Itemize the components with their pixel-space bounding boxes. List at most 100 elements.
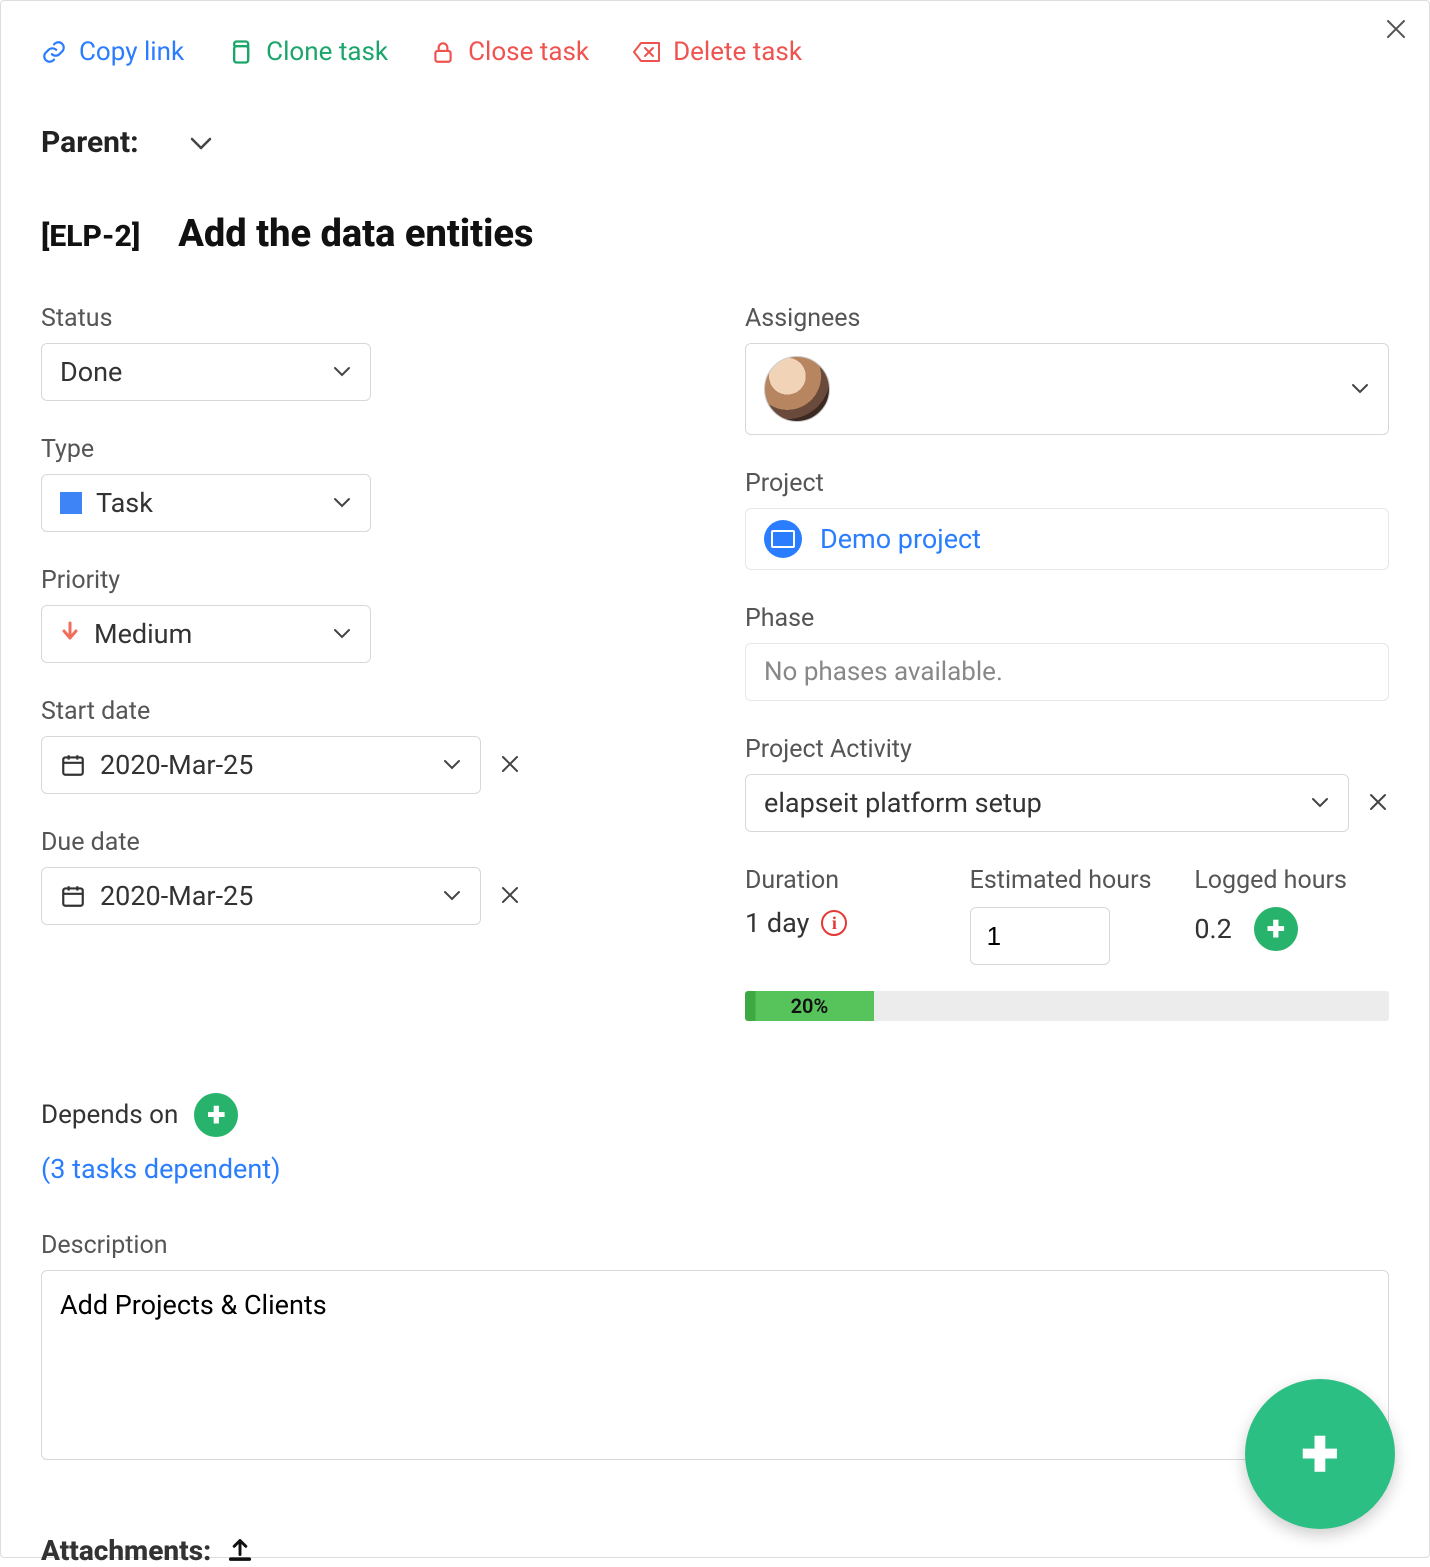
status-label: Status bbox=[41, 304, 685, 333]
parent-dropdown-icon[interactable] bbox=[189, 126, 213, 159]
add-dependency-button[interactable]: + bbox=[194, 1093, 238, 1137]
task-id: [ELP-2] bbox=[41, 219, 140, 254]
add-logged-hours-button[interactable]: + bbox=[1254, 907, 1298, 951]
copy-link-action[interactable]: Copy link bbox=[41, 37, 184, 67]
logged-hours-value: 0.2 bbox=[1194, 913, 1231, 945]
project-activity-select[interactable]: elapseit platform setup bbox=[745, 774, 1349, 832]
close-task-action[interactable]: Close task bbox=[430, 37, 589, 67]
project-activity-label: Project Activity bbox=[745, 735, 1389, 764]
project-field: Project Demo project bbox=[745, 469, 1389, 570]
clear-project-activity-icon[interactable] bbox=[1367, 787, 1389, 820]
progress-bar: 20% bbox=[745, 991, 1389, 1021]
chevron-down-icon bbox=[1310, 791, 1330, 816]
clear-start-date-icon[interactable] bbox=[499, 749, 521, 782]
priority-label: Priority bbox=[41, 566, 685, 595]
parent-label: Parent: bbox=[41, 125, 139, 160]
info-icon[interactable]: i bbox=[821, 910, 847, 936]
project-icon bbox=[764, 520, 802, 558]
priority-select[interactable]: Medium bbox=[41, 605, 371, 663]
task-actions-bar: Copy link Clone task Close task Delete t… bbox=[41, 37, 1389, 67]
assignees-field: Assignees bbox=[745, 304, 1389, 435]
calendar-icon bbox=[60, 883, 86, 909]
chevron-down-icon bbox=[332, 622, 352, 647]
copy-link-label: Copy link bbox=[79, 37, 184, 67]
chevron-down-icon bbox=[332, 360, 352, 385]
project-box: Demo project bbox=[745, 508, 1389, 570]
clear-due-date-icon[interactable] bbox=[499, 880, 521, 913]
phase-label: Phase bbox=[745, 604, 1389, 633]
assignees-select[interactable] bbox=[745, 343, 1389, 435]
chevron-down-icon bbox=[442, 753, 462, 778]
task-type-icon bbox=[60, 492, 82, 514]
task-modal: Copy link Clone task Close task Delete t… bbox=[0, 0, 1430, 1558]
project-link[interactable]: Demo project bbox=[820, 523, 981, 555]
clone-task-action[interactable]: Clone task bbox=[226, 37, 388, 67]
phase-field: Phase No phases available. bbox=[745, 604, 1389, 701]
due-date-value: 2020-Mar-25 bbox=[100, 880, 253, 912]
project-activity-field: Project Activity elapseit platform setup bbox=[745, 735, 1389, 832]
dependent-tasks-link[interactable]: (3 tasks dependent) bbox=[41, 1153, 1389, 1185]
calendar-icon bbox=[60, 752, 86, 778]
type-field: Type Task bbox=[41, 435, 685, 532]
add-fab-button[interactable]: + bbox=[1245, 1379, 1395, 1529]
type-value: Task bbox=[96, 487, 153, 519]
status-value: Done bbox=[60, 356, 122, 388]
clone-icon bbox=[226, 38, 254, 66]
link-icon bbox=[41, 39, 67, 65]
parent-row: Parent: bbox=[41, 125, 1389, 160]
logged-hours-label: Logged hours bbox=[1194, 866, 1389, 895]
chevron-down-icon bbox=[442, 884, 462, 909]
close-modal-icon[interactable] bbox=[1385, 17, 1407, 45]
estimated-hours-label: Estimated hours bbox=[970, 866, 1165, 895]
chevron-down-icon bbox=[1350, 377, 1370, 402]
type-label: Type bbox=[41, 435, 685, 464]
project-activity-value: elapseit platform setup bbox=[764, 787, 1042, 819]
description-textarea[interactable] bbox=[41, 1270, 1389, 1460]
type-select[interactable]: Task bbox=[41, 474, 371, 532]
left-column: Status Done Type Task Priority bbox=[41, 304, 685, 1021]
delete-icon bbox=[631, 39, 661, 65]
description-field: Description bbox=[41, 1231, 1389, 1464]
description-label: Description bbox=[41, 1231, 1389, 1260]
task-title: Add the data entities bbox=[178, 212, 533, 256]
duration-label: Duration bbox=[745, 866, 940, 895]
depends-on-label: Depends on bbox=[41, 1100, 178, 1130]
attachments-label: Attachments: bbox=[41, 1534, 211, 1567]
lock-icon bbox=[430, 39, 456, 65]
due-date-label: Due date bbox=[41, 828, 685, 857]
start-date-field: Start date 2020-Mar-25 bbox=[41, 697, 685, 794]
project-label: Project bbox=[745, 469, 1389, 498]
right-column: Assignees Project Demo project Phase No … bbox=[745, 304, 1389, 1021]
assignees-label: Assignees bbox=[745, 304, 1389, 333]
status-select[interactable]: Done bbox=[41, 343, 371, 401]
task-title-row: [ELP-2] Add the data entities bbox=[41, 212, 1389, 256]
progress-percent-label: 20% bbox=[791, 994, 829, 1018]
due-date-field: Due date 2020-Mar-25 bbox=[41, 828, 685, 925]
due-date-select[interactable]: 2020-Mar-25 bbox=[41, 867, 481, 925]
depends-on-row: Depends on + bbox=[41, 1093, 1389, 1137]
delete-task-label: Delete task bbox=[673, 37, 802, 67]
phase-select[interactable]: No phases available. bbox=[745, 643, 1389, 701]
estimated-hours-input[interactable] bbox=[970, 907, 1110, 965]
priority-field: Priority Medium bbox=[41, 566, 685, 663]
attachments-row: Attachments: bbox=[41, 1534, 1389, 1567]
estimated-hours-field: Estimated hours bbox=[970, 866, 1165, 965]
fields-grid: Status Done Type Task Priority bbox=[41, 304, 1389, 1021]
metrics-row: Duration 1 day i Estimated hours Logged … bbox=[745, 866, 1389, 965]
start-date-select[interactable]: 2020-Mar-25 bbox=[41, 736, 481, 794]
status-field: Status Done bbox=[41, 304, 685, 401]
upload-icon[interactable] bbox=[225, 1537, 255, 1565]
assignee-avatar bbox=[764, 356, 830, 422]
duration-field: Duration 1 day i bbox=[745, 866, 940, 965]
chevron-down-icon bbox=[332, 491, 352, 516]
duration-value: 1 day bbox=[745, 907, 809, 939]
phase-placeholder: No phases available. bbox=[764, 657, 1003, 687]
start-date-value: 2020-Mar-25 bbox=[100, 749, 253, 781]
close-task-label: Close task bbox=[468, 37, 589, 67]
delete-task-action[interactable]: Delete task bbox=[631, 37, 802, 67]
logged-hours-field: Logged hours 0.2 + bbox=[1194, 866, 1389, 965]
priority-arrow-icon bbox=[60, 620, 80, 648]
clone-task-label: Clone task bbox=[266, 37, 388, 67]
priority-value: Medium bbox=[94, 618, 192, 650]
progress-fill: 20% bbox=[745, 991, 874, 1021]
